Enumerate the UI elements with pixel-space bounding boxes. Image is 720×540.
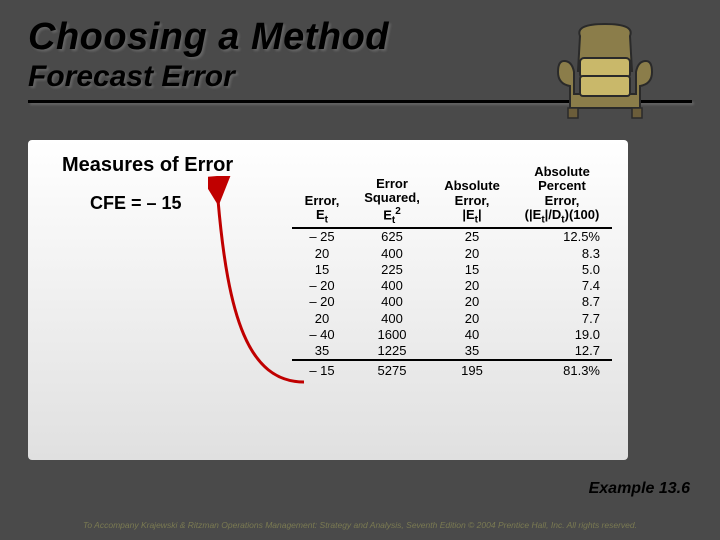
example-label: Example 13.6 xyxy=(589,480,690,498)
total-esq: 5275 xyxy=(352,360,432,379)
cell-esq: 625 xyxy=(352,228,432,245)
cell-esq: 225 xyxy=(352,262,432,278)
cell-abse: 20 xyxy=(432,311,512,327)
cell-esq: 1600 xyxy=(352,327,432,343)
total-ape: 81.3% xyxy=(512,360,612,379)
col-header-error-squared: Error Squared, Et2 xyxy=(352,164,432,228)
cell-et: – 20 xyxy=(292,294,352,310)
table-row: – 20400208.7 xyxy=(292,294,612,310)
cell-esq: 1225 xyxy=(352,343,432,360)
table-row: – 256252512.5% xyxy=(292,228,612,245)
cell-esq: 400 xyxy=(352,294,432,310)
cell-et: – 20 xyxy=(292,278,352,294)
cell-et: 35 xyxy=(292,343,352,360)
cell-esq: 400 xyxy=(352,311,432,327)
totals-row: – 15 5275 195 81.3% xyxy=(292,360,612,379)
cell-ape: 12.5% xyxy=(512,228,612,245)
cell-et: 15 xyxy=(292,262,352,278)
cell-abse: 40 xyxy=(432,327,512,343)
cell-abse: 25 xyxy=(432,228,512,245)
footer-text: To Accompany Krajewski & Ritzman Operati… xyxy=(0,520,720,530)
cell-ape: 8.3 xyxy=(512,246,612,262)
slide: Choosing a Method Forecast Error Measure… xyxy=(0,0,720,540)
armchair-icon xyxy=(550,16,660,126)
cell-ape: 5.0 xyxy=(512,262,612,278)
cell-abse: 20 xyxy=(432,294,512,310)
total-abse: 195 xyxy=(432,360,512,379)
table-row: 3512253512.7 xyxy=(292,343,612,360)
cell-abse: 20 xyxy=(432,246,512,262)
cell-et: 20 xyxy=(292,246,352,262)
cell-et: – 40 xyxy=(292,327,352,343)
cell-abse: 15 xyxy=(432,262,512,278)
cell-et: – 25 xyxy=(292,228,352,245)
total-et: – 15 xyxy=(292,360,352,379)
cell-ape: 12.7 xyxy=(512,343,612,360)
cell-ape: 7.4 xyxy=(512,278,612,294)
cell-ape: 8.7 xyxy=(512,294,612,310)
content-panel: Measures of Error CFE = – 15 Error, Et E… xyxy=(28,140,628,460)
error-table: Error, Et Error Squared, Et2 Absolute Er… xyxy=(292,164,612,380)
table-row: – 4016004019.0 xyxy=(292,327,612,343)
col-header-abs-error: Absolute Error, |Et| xyxy=(432,164,512,228)
col-header-abs-pct-error: Absolute Percent Error, (|Et|/Dt)(100) xyxy=(512,164,612,228)
col-header-error: Error, Et xyxy=(292,164,352,228)
table-row: – 20400207.4 xyxy=(292,278,612,294)
table-row: 15225155.0 xyxy=(292,262,612,278)
cell-abse: 35 xyxy=(432,343,512,360)
table-row: 20400207.7 xyxy=(292,311,612,327)
cell-esq: 400 xyxy=(352,278,432,294)
cell-ape: 19.0 xyxy=(512,327,612,343)
cell-esq: 400 xyxy=(352,246,432,262)
cell-ape: 7.7 xyxy=(512,311,612,327)
table-row: 20400208.3 xyxy=(292,246,612,262)
cell-et: 20 xyxy=(292,311,352,327)
cell-abse: 20 xyxy=(432,278,512,294)
